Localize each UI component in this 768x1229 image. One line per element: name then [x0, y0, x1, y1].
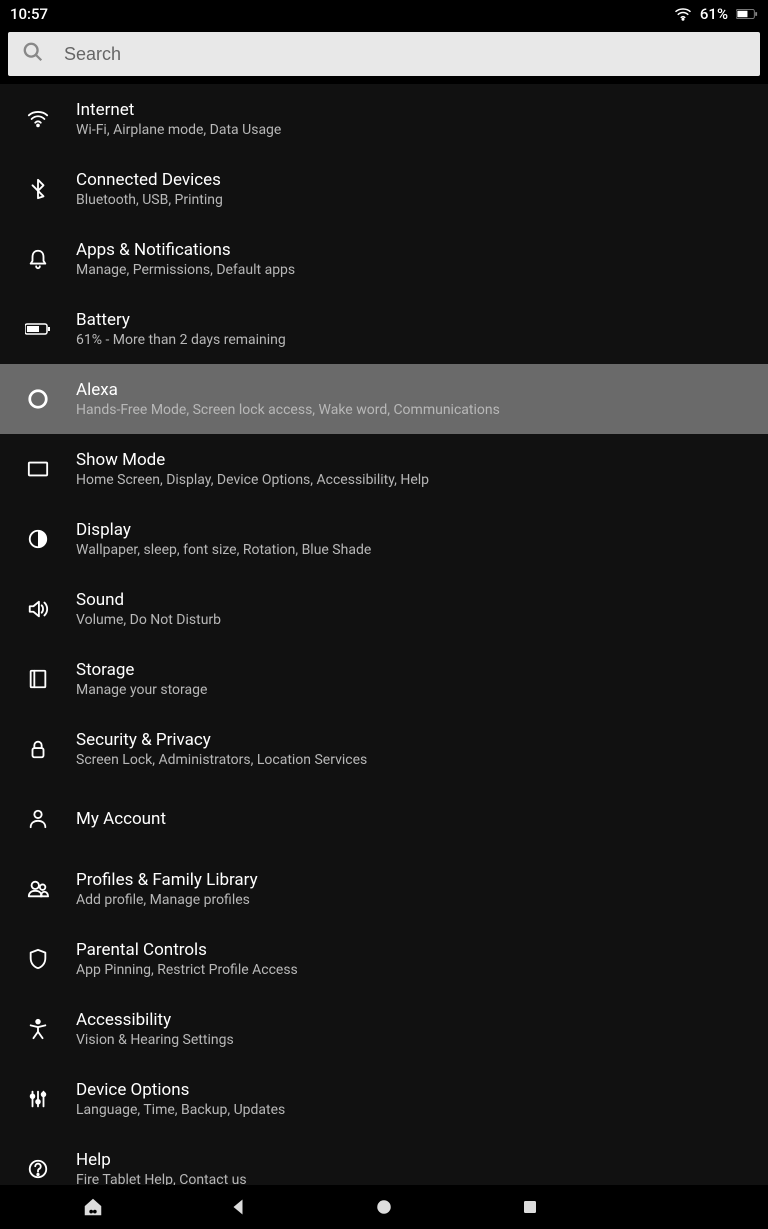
item-text: Show Mode Home Screen, Display, Device Op…: [76, 450, 429, 488]
wifi-icon: [20, 108, 56, 130]
item-subtitle: Add profile, Manage profiles: [76, 892, 258, 908]
person-icon: [20, 808, 56, 830]
settings-item-security-privacy[interactable]: Security & Privacy Screen Lock, Administr…: [0, 714, 768, 784]
bell-icon: [20, 248, 56, 270]
item-title: Display: [76, 520, 371, 540]
item-text: Battery 61% - More than 2 days remaining: [76, 310, 286, 348]
item-subtitle: 61% - More than 2 days remaining: [76, 332, 286, 348]
item-text: My Account: [76, 809, 166, 829]
item-title: Accessibility: [76, 1010, 234, 1030]
item-text: Help Fire Tablet Help, Contact us: [76, 1150, 247, 1185]
settings-list[interactable]: Internet Wi-Fi, Airplane mode, Data Usage…: [0, 84, 768, 1185]
nav-back-button[interactable]: [208, 1198, 268, 1216]
search-input[interactable]: [64, 44, 746, 65]
item-text: Storage Manage your storage: [76, 660, 207, 698]
item-text: Internet Wi-Fi, Airplane mode, Data Usage: [76, 100, 281, 138]
wifi-status-icon: [674, 7, 692, 21]
item-subtitle: Manage your storage: [76, 682, 207, 698]
item-subtitle: Language, Time, Backup, Updates: [76, 1102, 285, 1118]
item-text: Connected Devices Bluetooth, USB, Printin…: [76, 170, 223, 208]
item-title: Alexa: [76, 380, 500, 400]
item-subtitle: Fire Tablet Help, Contact us: [76, 1172, 247, 1185]
settings-item-sound[interactable]: Sound Volume, Do Not Disturb: [0, 574, 768, 644]
sliders-icon: [20, 1088, 56, 1110]
item-text: Apps & Notifications Manage, Permissions,…: [76, 240, 295, 278]
monitor-icon: [20, 458, 56, 480]
item-subtitle: Home Screen, Display, Device Options, Ac…: [76, 472, 429, 488]
item-title: Connected Devices: [76, 170, 223, 190]
item-subtitle: Vision & Hearing Settings: [76, 1032, 234, 1048]
speaker-icon: [20, 598, 56, 620]
item-subtitle: Wi-Fi, Airplane mode, Data Usage: [76, 122, 281, 138]
nav-home-button[interactable]: [63, 1196, 123, 1218]
item-subtitle: Hands-Free Mode, Screen lock access, Wak…: [76, 402, 500, 418]
people-icon: [20, 878, 56, 900]
settings-item-connected-devices[interactable]: Connected Devices Bluetooth, USB, Printin…: [0, 154, 768, 224]
shield-icon: [20, 948, 56, 970]
settings-item-parental-controls[interactable]: Parental Controls App Pinning, Restrict P…: [0, 924, 768, 994]
item-title: Security & Privacy: [76, 730, 367, 750]
item-text: Accessibility Vision & Hearing Settings: [76, 1010, 234, 1048]
item-title: My Account: [76, 809, 166, 829]
search-icon: [22, 41, 44, 67]
item-title: Sound: [76, 590, 221, 610]
settings-item-accessibility[interactable]: Accessibility Vision & Hearing Settings: [0, 994, 768, 1064]
item-title: Storage: [76, 660, 207, 680]
item-title: Show Mode: [76, 450, 429, 470]
settings-item-my-account[interactable]: My Account: [0, 784, 768, 854]
nav-bar: [0, 1185, 768, 1229]
item-title: Apps & Notifications: [76, 240, 295, 260]
settings-item-device-options[interactable]: Device Options Language, Time, Backup, Up…: [0, 1064, 768, 1134]
settings-item-display[interactable]: Display Wallpaper, sleep, font size, Rota…: [0, 504, 768, 574]
item-title: Internet: [76, 100, 281, 120]
item-title: Profiles & Family Library: [76, 870, 258, 890]
item-subtitle: Screen Lock, Administrators, Location Se…: [76, 752, 367, 768]
search-bar[interactable]: [8, 32, 760, 76]
help-icon: [20, 1158, 56, 1180]
item-subtitle: Manage, Permissions, Default apps: [76, 262, 295, 278]
settings-item-internet[interactable]: Internet Wi-Fi, Airplane mode, Data Usage: [0, 84, 768, 154]
settings-item-show-mode[interactable]: Show Mode Home Screen, Display, Device Op…: [0, 434, 768, 504]
item-title: Battery: [76, 310, 286, 330]
nav-recent-button[interactable]: [500, 1199, 560, 1215]
item-subtitle: Wallpaper, sleep, font size, Rotation, B…: [76, 542, 371, 558]
status-bar: 10:57 61%: [0, 0, 768, 28]
nav-home-circle-button[interactable]: [354, 1198, 414, 1216]
search-container: [0, 28, 768, 84]
item-text: Security & Privacy Screen Lock, Administr…: [76, 730, 367, 768]
item-subtitle: Bluetooth, USB, Printing: [76, 192, 223, 208]
settings-item-storage[interactable]: Storage Manage your storage: [0, 644, 768, 714]
accessibility-icon: [20, 1018, 56, 1040]
alexa-icon: [20, 388, 56, 410]
item-text: Device Options Language, Time, Backup, Up…: [76, 1080, 285, 1118]
bluetooth-icon: [20, 178, 56, 200]
battery-pct: 61%: [700, 5, 728, 23]
storage-icon: [20, 668, 56, 690]
clock: 10:57: [10, 5, 48, 23]
battery-status-icon: [736, 8, 758, 20]
item-text: Sound Volume, Do Not Disturb: [76, 590, 221, 628]
item-title: Device Options: [76, 1080, 285, 1100]
item-text: Parental Controls App Pinning, Restrict P…: [76, 940, 298, 978]
settings-item-help[interactable]: Help Fire Tablet Help, Contact us: [0, 1134, 768, 1185]
settings-item-profiles-family-library[interactable]: Profiles & Family Library Add profile, Ma…: [0, 854, 768, 924]
item-subtitle: Volume, Do Not Disturb: [76, 612, 221, 628]
item-title: Help: [76, 1150, 247, 1170]
status-right: 61%: [674, 5, 758, 23]
settings-item-battery[interactable]: Battery 61% - More than 2 days remaining: [0, 294, 768, 364]
item-text: Profiles & Family Library Add profile, Ma…: [76, 870, 258, 908]
item-text: Display Wallpaper, sleep, font size, Rota…: [76, 520, 371, 558]
lock-icon: [20, 738, 56, 760]
contrast-icon: [20, 528, 56, 550]
item-text: Alexa Hands-Free Mode, Screen lock access…: [76, 380, 500, 418]
settings-item-apps-notifications[interactable]: Apps & Notifications Manage, Permissions,…: [0, 224, 768, 294]
settings-item-alexa[interactable]: Alexa Hands-Free Mode, Screen lock access…: [0, 364, 768, 434]
battery-icon: [20, 322, 56, 336]
item-title: Parental Controls: [76, 940, 298, 960]
item-subtitle: App Pinning, Restrict Profile Access: [76, 962, 298, 978]
